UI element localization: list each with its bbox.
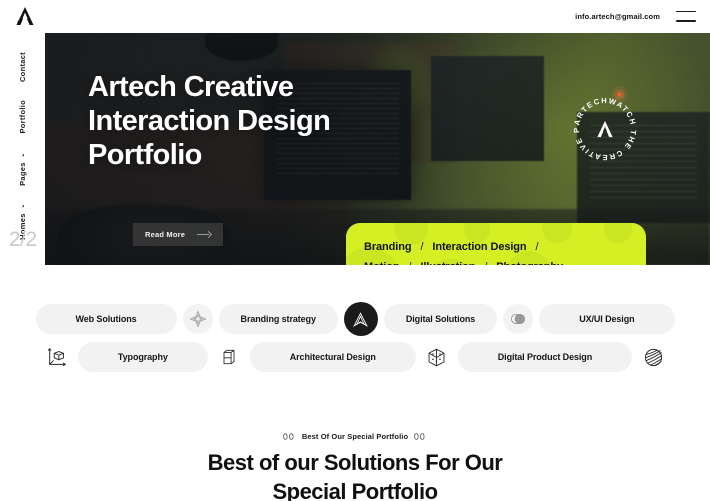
read-more-button[interactable]: Read More: [133, 223, 224, 246]
tag-separator: /: [478, 261, 493, 265]
cylinder-icon[interactable]: [214, 342, 244, 372]
pill-row-2: Typography Architectural Design Digital …: [0, 338, 710, 376]
service-tag-list: Branding / Interaction Design / Motion /…: [346, 223, 646, 265]
pill-row-1: Web Solutions Branding strategy Digital …: [0, 300, 710, 338]
hero-banner: Artech Creative Interaction Design Portf…: [45, 33, 710, 265]
service-tag-interaction-design[interactable]: Interaction Design: [432, 241, 526, 253]
section-title-line-2: Special Portfolio: [272, 478, 438, 501]
sidebar-item-portfolio[interactable]: Portfolio: [18, 100, 27, 134]
artech-logo[interactable]: [14, 6, 36, 26]
service-tag-photography[interactable]: Photography: [496, 261, 563, 265]
infinity-left-icon: [283, 433, 294, 440]
landing-page: info.artech@gmail.com Homes ⌄ Pages ⌄ Po…: [0, 0, 710, 501]
tag-separator: /: [420, 241, 424, 253]
pill-typography[interactable]: Typography: [77, 342, 208, 372]
artech-circular-badge: ARTECHWATCH THE CREATIVE PROCESS: [569, 93, 641, 165]
infinity-right-icon: [414, 433, 425, 440]
pill-digital-solutions[interactable]: Digital Solutions: [383, 304, 498, 334]
category-pills: Web Solutions Branding strategy Digital …: [0, 300, 710, 376]
hero-title-line-3: Portfolio: [88, 138, 202, 171]
pill-architectural-design[interactable]: Architectural Design: [249, 342, 416, 372]
section-eyebrow: Best Of Our Special Portfolio: [0, 432, 710, 441]
section-eyebrow-label: Best Of Our Special Portfolio: [301, 432, 409, 441]
section-title-line-1: Best of our Solutions For Our: [207, 450, 503, 475]
sidebar-nav-list: Homes ⌄ Pages ⌄ Portfolio Contact: [18, 52, 27, 240]
chevron-down-icon: ⌄: [18, 152, 27, 159]
pill-digital-product-design[interactable]: Digital Product Design: [457, 342, 633, 372]
sidebar-item-label: Portfolio: [18, 100, 27, 134]
section-title: Best of our Solutions For Our Special Po…: [0, 449, 710, 501]
hotspot-marker-icon: [611, 86, 628, 103]
arrow-right-icon: [197, 232, 211, 238]
services-lime-card: Branding / Interaction Design / Motion /…: [346, 223, 646, 265]
striped-sphere-icon[interactable]: [638, 342, 668, 372]
hamburger-menu-icon[interactable]: [676, 10, 696, 22]
pill-ux-ui-design[interactable]: UX/UI Design: [539, 304, 675, 334]
read-more-label: Read More: [145, 230, 186, 239]
axis-cube-icon[interactable]: [42, 342, 72, 372]
contact-email[interactable]: info.artech@gmail.com: [575, 12, 660, 21]
sidebar-item-contact[interactable]: Contact: [18, 52, 27, 82]
pill-web-solutions[interactable]: Web Solutions: [35, 304, 177, 334]
service-tag-branding[interactable]: Branding: [364, 241, 412, 253]
top-bar: info.artech@gmail.com: [0, 0, 710, 32]
sidebar-item-label: Contact: [18, 52, 27, 83]
hero-title-line-1: Artech Creative: [88, 71, 294, 103]
service-tag-illustration[interactable]: Illustration: [420, 261, 475, 265]
venn-circles-icon[interactable]: [503, 304, 534, 334]
top-bar-right: info.artech@gmail.com: [575, 10, 696, 22]
sidebar-item-pages[interactable]: Pages ⌄: [18, 152, 27, 186]
arrow-up-badge-icon[interactable]: [343, 302, 378, 336]
hero-title-line-2: Interaction Design: [88, 104, 331, 137]
chevron-down-icon: ⌄: [18, 204, 27, 211]
pill-branding-strategy[interactable]: Branding strategy: [218, 304, 338, 334]
slide-counter: 2/2: [9, 228, 37, 251]
sidebar-item-label: Pages: [18, 161, 27, 186]
four-point-star-icon[interactable]: [182, 304, 213, 334]
tag-separator: /: [402, 261, 417, 265]
service-tag-motion[interactable]: Motion: [364, 261, 400, 265]
tag-separator: /: [535, 241, 539, 253]
artech-logo-mark: [597, 120, 613, 138]
hero-title: Artech Creative Interaction Design Portf…: [88, 71, 331, 173]
dice-cube-icon[interactable]: [422, 342, 452, 372]
